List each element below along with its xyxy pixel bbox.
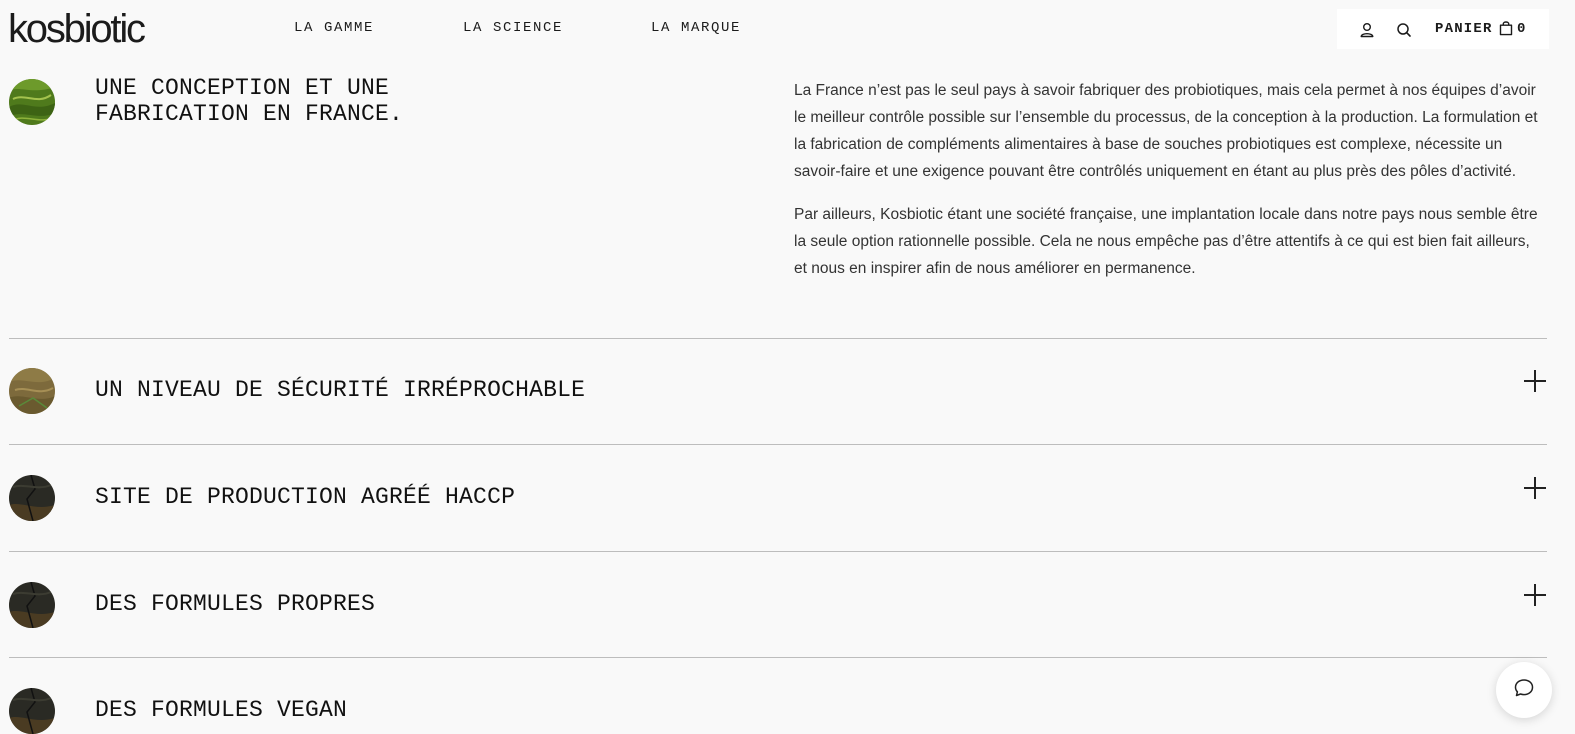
- green-field-thumbnail: [9, 79, 55, 125]
- plus-icon[interactable]: [1523, 583, 1547, 607]
- search-icon[interactable]: [1395, 21, 1413, 39]
- dark-terrain-thumbnail: [9, 688, 55, 734]
- divider: [9, 551, 1547, 552]
- dark-terrain-thumbnail: [9, 582, 55, 628]
- accordion-title-haccp[interactable]: SITE DE PRODUCTION AGRÉÉ HACCP: [95, 484, 515, 510]
- accordion-title-vegan[interactable]: DES FORMULES VEGAN: [95, 697, 347, 723]
- accordion-title-line: UNE CONCEPTION ET UNE: [95, 75, 390, 101]
- cart-count: 0: [1517, 21, 1526, 37]
- dark-terrain-thumbnail: [9, 475, 55, 521]
- accordion-title-securite[interactable]: UN NIVEAU DE SÉCURITÉ IRRÉPROCHABLE: [95, 377, 585, 403]
- earth-terrain-thumbnail: [9, 368, 55, 414]
- divider: [9, 338, 1547, 339]
- accordion-body-france: La France n’est pas le seul pays à savoi…: [794, 77, 1546, 298]
- divider: [9, 444, 1547, 445]
- nav-la-science[interactable]: LA SCIENCE: [463, 19, 563, 37]
- plus-icon[interactable]: [1523, 476, 1547, 500]
- nav-la-marque[interactable]: LA MARQUE: [651, 19, 741, 37]
- accordion-title-france[interactable]: UNE CONCEPTION ET UNE FABRICATION EN FRA…: [95, 75, 403, 127]
- body-paragraph: La France n’est pas le seul pays à savoi…: [794, 82, 1538, 180]
- chat-button[interactable]: [1496, 662, 1552, 718]
- header-actions: PANIER 0: [1337, 9, 1549, 49]
- accordion-title-propres[interactable]: DES FORMULES PROPRES: [95, 591, 375, 617]
- body-paragraph: Par ailleurs, Kosbiotic étant une sociét…: [794, 206, 1538, 277]
- nav-la-gamme[interactable]: LA GAMME: [294, 19, 374, 37]
- user-icon[interactable]: [1358, 21, 1376, 39]
- chat-bubble-icon: [1513, 677, 1535, 704]
- divider: [9, 657, 1547, 658]
- site-header: kosbiotic LA GAMME LA SCIENCE LA MARQUE …: [0, 0, 1575, 58]
- cart-label[interactable]: PANIER: [1435, 21, 1493, 37]
- accordion-title-line: FABRICATION EN FRANCE.: [95, 101, 404, 127]
- bag-icon[interactable]: [1499, 20, 1513, 36]
- plus-icon[interactable]: [1523, 369, 1547, 393]
- logo[interactable]: kosbiotic: [8, 6, 146, 52]
